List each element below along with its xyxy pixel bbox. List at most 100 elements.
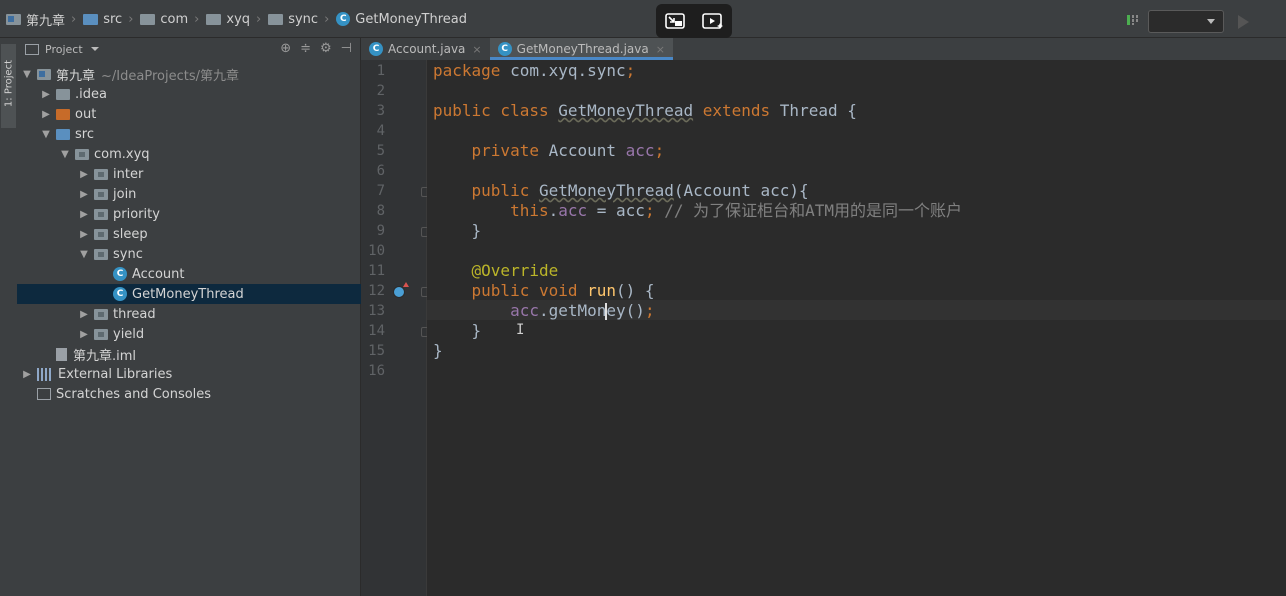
overrides-method-icon[interactable] — [393, 286, 405, 298]
gear-icon[interactable]: ⚙ — [320, 41, 332, 56]
tree-item[interactable]: ▼ 第九章 ~/IdeaProjects/第九章 — [17, 64, 361, 84]
breadcrumb-label: GetMoneyThread — [355, 11, 468, 27]
expand-arrow-icon[interactable]: ▼ — [59, 149, 71, 160]
code-token: GetMoneyThread — [558, 101, 694, 120]
tree-item-label: yield — [113, 326, 145, 342]
breadcrumb-item-sync[interactable]: sync › — [268, 12, 336, 27]
line-number: 6 — [376, 163, 385, 179]
line-number: 8 — [376, 203, 385, 219]
scratch-icon — [37, 388, 51, 400]
project-tree: ▼ 第九章 ~/IdeaProjects/第九章 ▶ .idea ▶ out ▼ src ▼ com… — [17, 64, 361, 404]
project-tool-button[interactable]: 1: Project — [1, 44, 16, 128]
tree-item-label: priority — [113, 206, 160, 222]
code-line: public GetMoneyThread(Account acc){ — [433, 181, 809, 201]
line-number: 15 — [368, 343, 385, 359]
class-icon: C — [113, 267, 127, 281]
code-line: public class GetMoneyThread extends Thre… — [433, 101, 857, 121]
expand-arrow-icon[interactable]: ▼ — [78, 249, 90, 260]
tree-item[interactable]: ▶ External Libraries — [17, 364, 361, 384]
tree-item[interactable]: 第九章.iml — [17, 344, 361, 364]
breadcrumb-item-class[interactable]: C GetMoneyThread — [336, 12, 467, 27]
code-token: public void — [471, 281, 588, 300]
expand-arrow-icon[interactable]: ▼ — [40, 129, 52, 140]
line-number: 16 — [368, 363, 385, 379]
tree-item[interactable]: ▶ yield — [17, 324, 361, 344]
package-icon — [94, 328, 108, 340]
collapse-arrow-icon[interactable]: ▶ — [78, 329, 90, 340]
code-line: } — [433, 221, 482, 241]
collapse-arrow-icon[interactable]: ▶ — [21, 369, 33, 380]
tree-item[interactable]: Scratches and Consoles — [17, 384, 361, 404]
chevron-down-icon[interactable] — [90, 47, 99, 51]
code-editor[interactable]: package com.xyq.sync; public class GetMon… — [427, 60, 1286, 596]
locate-icon[interactable]: ⊕ — [280, 41, 291, 56]
expand-arrow-icon[interactable]: ▼ — [21, 69, 33, 80]
tree-item[interactable]: ▼ src — [17, 124, 361, 144]
build-icon[interactable] — [1126, 13, 1140, 31]
editor-tab[interactable]: C Account.java × — [361, 38, 490, 60]
breadcrumb-item-project[interactable]: 第九章 › — [6, 10, 83, 29]
breadcrumb-item-com[interactable]: com › — [140, 12, 206, 27]
tree-item[interactable]: ▶ thread — [17, 304, 361, 324]
code-token: } — [433, 321, 482, 340]
project-view-selector[interactable]: Project — [45, 43, 83, 56]
collapse-arrow-icon[interactable]: ▶ — [78, 229, 90, 240]
tree-item[interactable]: ▶ priority — [17, 204, 361, 224]
tree-item-label: 第九章.iml — [73, 348, 137, 364]
exit-fullscreen-icon[interactable] — [664, 11, 686, 31]
line-number: 2 — [376, 83, 385, 99]
hide-icon[interactable]: ⊣ — [341, 41, 352, 56]
source-folder-icon — [56, 128, 70, 140]
run-icon[interactable] — [1238, 14, 1249, 29]
run-configuration-dropdown[interactable] — [1148, 10, 1224, 33]
code-token: acc — [625, 141, 655, 160]
close-tab-icon[interactable]: × — [472, 43, 481, 56]
collapse-arrow-icon[interactable]: ▶ — [78, 169, 90, 180]
folder-icon — [56, 88, 70, 100]
collapse-arrow-icon[interactable]: ▶ — [40, 89, 52, 100]
file-icon — [56, 347, 67, 361]
video-overlay-controls — [656, 4, 732, 38]
collapse-arrow-icon[interactable]: ▶ — [78, 209, 90, 220]
tree-item-label: thread — [113, 306, 156, 322]
code-token: ; — [644, 301, 655, 320]
code-token: . — [548, 201, 559, 220]
tree-item[interactable]: C GetMoneyThread — [17, 284, 361, 304]
tree-item[interactable]: ▶ .idea — [17, 84, 361, 104]
line-number: 5 — [376, 143, 385, 159]
collapse-arrow-icon[interactable]: ▶ — [78, 309, 90, 320]
collapse-arrow-icon[interactable]: ▶ — [40, 109, 52, 120]
close-tab-icon[interactable]: × — [656, 43, 665, 56]
picture-in-picture-icon[interactable] — [701, 11, 725, 31]
line-number: 7 — [376, 183, 385, 199]
package-icon — [140, 13, 156, 25]
folder-orange-icon — [56, 108, 70, 120]
tree-item[interactable]: C Account — [17, 264, 361, 284]
breadcrumb-label: xyq — [226, 11, 251, 27]
package-icon — [206, 13, 222, 25]
collapse-arrow-icon[interactable]: ▶ — [78, 189, 90, 200]
tree-item[interactable]: ▼ com.xyq — [17, 144, 361, 164]
tree-item[interactable]: ▶ inter — [17, 164, 361, 184]
collapse-all-icon[interactable]: ≑ — [300, 41, 311, 56]
line-number: 12 — [368, 283, 385, 299]
code-token: run — [587, 281, 617, 300]
tree-item[interactable]: ▶ sleep — [17, 224, 361, 244]
tree-item[interactable]: ▶ out — [17, 104, 361, 124]
code-line: @Override — [433, 261, 559, 281]
tree-item[interactable]: ▶ join — [17, 184, 361, 204]
tree-item-label: sleep — [113, 226, 148, 242]
navigation-bar: 第九章 › src › com › xyq › sync › C GetMone… — [0, 0, 1286, 38]
project-folder-icon — [37, 68, 51, 80]
code-line: this.acc = acc; // 为了保证柜台和ATM用的是同一个账户 — [433, 201, 962, 221]
tree-item[interactable]: ▼ sync — [17, 244, 361, 264]
code-token: () { — [616, 281, 655, 300]
package-icon — [94, 188, 108, 200]
breadcrumb-item-xyq[interactable]: xyq › — [206, 12, 268, 27]
breadcrumb-item-src[interactable]: src › — [83, 12, 140, 27]
tree-item-label: External Libraries — [58, 366, 173, 382]
source-folder-icon — [83, 13, 99, 25]
editor-tab[interactable]: C GetMoneyThread.java × — [489, 38, 674, 60]
